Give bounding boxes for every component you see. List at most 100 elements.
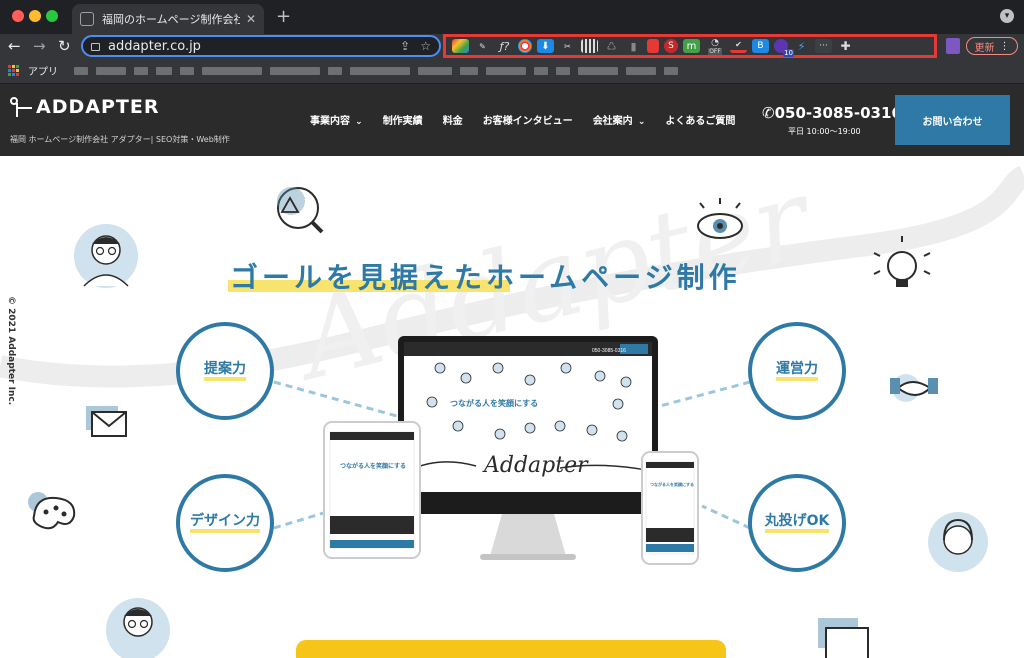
business-hours: 平日 10:00〜19:00 <box>788 127 861 136</box>
plug-logo-icon <box>10 97 34 117</box>
bookmark-item[interactable] <box>578 66 618 75</box>
tab-close-icon[interactable]: ✕ <box>246 12 256 26</box>
nav-item-works[interactable]: 制作実績 <box>383 112 423 127</box>
bookmark-item[interactable] <box>350 66 410 75</box>
phone-number-text: 050-3085-0316 <box>774 104 902 122</box>
nav-item-services[interactable]: 事業内容 ⌄ <box>310 112 363 127</box>
apps-bookmark-label[interactable]: アプリ <box>28 63 58 78</box>
color-picker-extension-icon[interactable] <box>452 39 469 53</box>
download-extension-icon[interactable]: ⬇ <box>537 39 554 53</box>
recycle-extension-icon[interactable]: ♺ <box>603 39 620 53</box>
browser-tab-active[interactable]: 福岡のホームページ制作会社｜アダ ✕ <box>72 4 264 34</box>
address-bar[interactable]: addapter.co.jp ⇪ ☆ <box>81 35 441 57</box>
pencil-extension-icon[interactable]: ✎ <box>474 39 491 53</box>
more-extensions-icon[interactable]: ··· <box>815 39 832 53</box>
ruler-extension-icon[interactable]: ▮ <box>625 39 642 53</box>
extensions-highlight-box: ✎ ƒ? ⬇ ✂ ♺ ▮ S m ◔ OFF ✔ B 10 ⚡ ··· ✚ <box>443 34 937 58</box>
phone-device: つながる人を笑顔にする <box>641 451 699 565</box>
feature-full-service: 丸投げOK <box>748 474 846 572</box>
bookmark-item[interactable] <box>486 66 526 75</box>
back-arrow-icon[interactable]: ← <box>8 37 21 55</box>
menu-kebab-icon[interactable]: ⋮ <box>1000 41 1010 52</box>
share-icon[interactable]: ⇪ <box>400 39 410 53</box>
bookmark-item[interactable] <box>134 66 148 75</box>
feature-proposal: 提案力 <box>176 322 274 420</box>
chevron-down-icon: ⌄ <box>634 117 646 127</box>
bookmarks-bar: アプリ <box>0 58 1024 84</box>
m-extension-icon[interactable]: m <box>683 39 700 53</box>
browser-tab-bar: 福岡のホームページ制作会社｜アダ ✕ + ▾ <box>0 0 1024 34</box>
nav-item-interviews[interactable]: お客様インタビュー <box>483 112 573 127</box>
feature-label: 提案力 <box>204 361 246 382</box>
nav-item-company[interactable]: 会社案内 ⌄ <box>593 112 646 127</box>
site-logo[interactable]: ADDAPTER <box>10 96 159 118</box>
feature-operation: 運営力 <box>748 322 846 420</box>
feature-label: デザイン力 <box>190 513 260 534</box>
minimize-window-button[interactable] <box>29 10 41 22</box>
lightning-extension-icon[interactable]: ⚡ <box>793 39 810 53</box>
phone-headline: つながる人を笑顔にする <box>650 481 694 487</box>
font-extension-icon[interactable]: ƒ? <box>496 39 513 53</box>
maximize-window-button[interactable] <box>46 10 58 22</box>
nav-item-pricing[interactable]: 料金 <box>443 112 463 127</box>
nav-item-label: 会社案内 <box>592 116 633 127</box>
bookmark-item[interactable] <box>626 66 656 75</box>
tab-title: 福岡のホームページ制作会社｜アダ <box>102 13 240 26</box>
tab-search-icon[interactable]: ▾ <box>1000 9 1014 23</box>
tablet-device: つながる人を笑顔にする <box>323 421 421 559</box>
bookmark-item[interactable] <box>328 66 342 75</box>
tablet-headline: つながる人を笑顔にする <box>340 462 406 470</box>
reload-icon[interactable]: ↻ <box>58 37 71 55</box>
devices-mockup: 050-3085-0316 つながる人を笑顔にする Addapter つながる人… <box>323 336 699 565</box>
contact-button[interactable]: お問い合わせ <box>895 95 1010 145</box>
speed-off-extension-icon[interactable]: ◔ OFF <box>705 38 725 55</box>
bookmark-item[interactable] <box>556 66 570 75</box>
global-nav: 事業内容 ⌄ 制作実績 料金 お客様インタビュー 会社案内 ⌄ よくあるご質問 <box>310 112 735 127</box>
site-favicon-icon <box>80 12 94 26</box>
chevron-down-icon: ⌄ <box>352 117 363 127</box>
bookmark-item[interactable] <box>534 66 548 75</box>
monitor-screen-headline: つながる人を笑顔にする <box>450 398 538 408</box>
apps-grid-icon[interactable] <box>8 64 20 77</box>
phone-icon: ✆ <box>762 104 775 122</box>
monitor-phone-number: 050-3085-0316 <box>592 348 626 354</box>
chrome-style-extension-icon[interactable] <box>518 39 532 53</box>
red-bookmark-extension-icon[interactable] <box>647 39 659 53</box>
lock-icon <box>91 43 100 51</box>
count-extension-icon[interactable]: 10 <box>774 39 794 57</box>
bookmark-item[interactable] <box>180 66 194 75</box>
forward-arrow-icon[interactable]: → <box>33 37 46 55</box>
update-button[interactable]: 更新 ⋮ <box>966 37 1018 55</box>
bookmark-item[interactable] <box>156 66 172 75</box>
bookmark-item[interactable] <box>460 66 478 75</box>
site-tagline: 福岡 ホームページ制作会社 アダプター| SEO対策・Web制作 <box>10 135 230 144</box>
phone-number[interactable]: ✆050-3085-0316 <box>762 104 902 122</box>
bookmark-star-icon[interactable]: ☆ <box>420 39 431 53</box>
feature-design: デザイン力 <box>176 474 274 572</box>
browser-toolbar: ← → ↻ addapter.co.jp ⇪ ☆ ✎ ƒ? ⬇ ✂ ♺ ▮ S … <box>0 34 1024 58</box>
nav-item-faq[interactable]: よくあるご質問 <box>665 112 735 127</box>
puzzle-extensions-icon[interactable]: ✚ <box>837 39 854 53</box>
b-extension-icon[interactable]: B <box>752 39 769 53</box>
profile-avatar[interactable] <box>946 38 960 54</box>
feature-label: 丸投げOK <box>764 513 830 534</box>
seo-extension-icon[interactable]: S <box>664 39 678 53</box>
bookmark-item[interactable] <box>96 66 126 75</box>
new-tab-button[interactable]: + <box>276 6 291 27</box>
qr-code-extension-icon[interactable] <box>581 39 598 53</box>
bookmark-item[interactable] <box>74 66 88 75</box>
highlighter-extension-icon[interactable]: ✔ <box>730 39 747 53</box>
desktop-monitor: 050-3085-0316 つながる人を笑顔にする Addapter <box>398 336 658 560</box>
address-bar-url[interactable]: addapter.co.jp <box>108 39 390 54</box>
update-label: 更新 <box>974 42 995 54</box>
logo-wordmark: ADDAPTER <box>36 96 160 118</box>
cta-banner[interactable] <box>296 640 726 658</box>
count-badge: 10 <box>783 49 794 57</box>
bookmark-item[interactable] <box>664 66 678 75</box>
bookmark-item[interactable] <box>202 66 262 75</box>
bookmark-item[interactable] <box>418 66 452 75</box>
hero-section: Addapter © 2021 Addapter Inc. ゴールを見据えたホー… <box>0 156 1024 658</box>
screenshot-extension-icon[interactable]: ✂ <box>559 39 576 53</box>
close-window-button[interactable] <box>12 10 24 22</box>
bookmark-item[interactable] <box>270 66 320 75</box>
